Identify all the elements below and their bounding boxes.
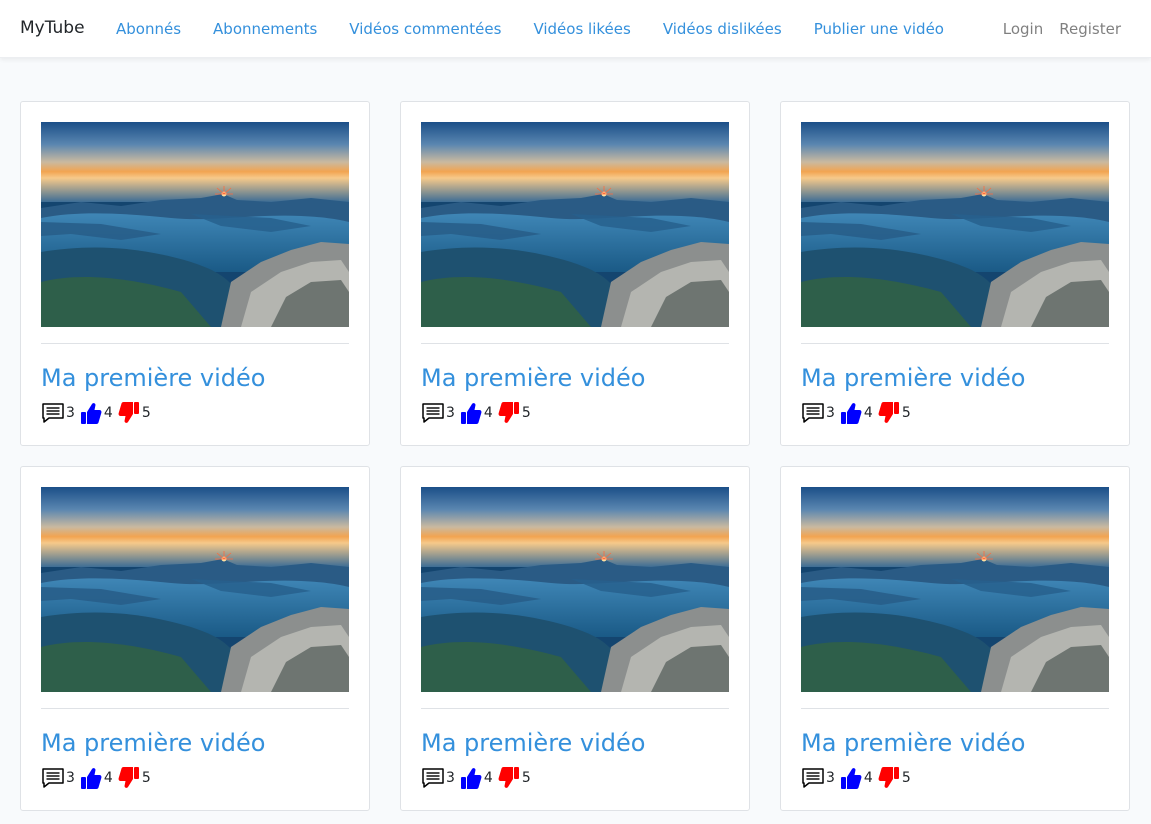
thumbs-up-icon[interactable] — [79, 765, 103, 791]
landscape-thumbnail-image — [801, 487, 1109, 692]
video-stats: 3 4 5 — [421, 400, 535, 426]
comment-count: 3 — [826, 405, 835, 421]
dislike-count: 5 — [521, 770, 531, 786]
comment-count: 3 — [826, 770, 835, 786]
card-divider — [801, 343, 1109, 344]
thumbs-down-icon[interactable] — [117, 400, 141, 426]
video-stats: 3 4 5 — [421, 765, 535, 791]
like-count: 4 — [103, 405, 113, 421]
nav-link-videos-commentees[interactable]: Vidéos commentées — [349, 20, 501, 38]
thumbs-up-icon[interactable] — [459, 765, 483, 791]
dislike-count: 5 — [521, 405, 531, 421]
register-link[interactable]: Register — [1059, 20, 1121, 38]
card-divider — [41, 343, 349, 344]
video-card: Ma première vidéo 3 4 5 — [20, 101, 370, 446]
thumbs-down-icon[interactable] — [877, 400, 901, 426]
card-divider — [421, 708, 729, 709]
dislike-count: 5 — [901, 405, 911, 421]
comment-icon[interactable] — [421, 400, 445, 426]
main-nav: Abonnés Abonnements Vidéos commentées Vi… — [116, 20, 976, 38]
video-card: Ma première vidéo 3 4 5 — [780, 466, 1130, 811]
video-title-link[interactable]: Ma première vidéo — [421, 364, 645, 392]
auth-nav: Login Register — [987, 20, 1121, 38]
thumbs-up-icon[interactable] — [839, 765, 863, 791]
landscape-thumbnail-image — [421, 122, 729, 327]
comment-icon[interactable] — [41, 400, 65, 426]
comment-count: 3 — [446, 770, 455, 786]
video-thumbnail[interactable] — [801, 487, 1109, 692]
video-title-link[interactable]: Ma première vidéo — [801, 364, 1025, 392]
like-count: 4 — [483, 770, 493, 786]
thumbs-up-icon[interactable] — [459, 400, 483, 426]
comment-count: 3 — [66, 770, 75, 786]
brand-link[interactable]: MyTube — [20, 18, 85, 38]
card-divider — [421, 343, 729, 344]
video-thumbnail[interactable] — [421, 487, 729, 692]
video-stats: 3 4 5 — [801, 765, 915, 791]
video-title-link[interactable]: Ma première vidéo — [41, 364, 265, 392]
like-count: 4 — [483, 405, 493, 421]
nav-link-abonnes[interactable]: Abonnés — [116, 20, 181, 38]
thumbs-down-icon[interactable] — [877, 765, 901, 791]
video-thumbnail[interactable] — [41, 122, 349, 327]
like-count: 4 — [863, 405, 873, 421]
landscape-thumbnail-image — [421, 487, 729, 692]
nav-link-publier-video[interactable]: Publier une vidéo — [814, 20, 944, 38]
video-stats: 3 4 5 — [41, 400, 155, 426]
video-thumbnail[interactable] — [41, 487, 349, 692]
comment-count: 3 — [446, 405, 455, 421]
video-card: Ma première vidéo 3 4 5 — [400, 101, 750, 446]
card-divider — [801, 708, 1109, 709]
nav-link-videos-dislikees[interactable]: Vidéos dislikées — [663, 20, 782, 38]
video-stats: 3 4 5 — [41, 765, 155, 791]
dislike-count: 5 — [901, 770, 911, 786]
navbar: MyTube Abonnés Abonnements Vidéos commen… — [0, 0, 1151, 58]
comment-icon[interactable] — [421, 765, 445, 791]
nav-link-videos-likees[interactable]: Vidéos likées — [533, 20, 630, 38]
like-count: 4 — [863, 770, 873, 786]
thumbs-up-icon[interactable] — [839, 400, 863, 426]
video-title-link[interactable]: Ma première vidéo — [801, 729, 1025, 757]
thumbs-down-icon[interactable] — [497, 765, 521, 791]
video-thumbnail[interactable] — [421, 122, 729, 327]
landscape-thumbnail-image — [41, 487, 349, 692]
card-divider — [41, 708, 349, 709]
dislike-count: 5 — [141, 405, 151, 421]
comment-icon[interactable] — [41, 765, 65, 791]
login-link[interactable]: Login — [1003, 20, 1043, 38]
video-thumbnail[interactable] — [801, 122, 1109, 327]
thumbs-down-icon[interactable] — [117, 765, 141, 791]
comment-icon[interactable] — [801, 400, 825, 426]
nav-link-abonnements[interactable]: Abonnements — [213, 20, 317, 38]
dislike-count: 5 — [141, 770, 151, 786]
video-card: Ma première vidéo 3 4 5 — [780, 101, 1130, 446]
video-title-link[interactable]: Ma première vidéo — [41, 729, 265, 757]
video-title-link[interactable]: Ma première vidéo — [421, 729, 645, 757]
video-stats: 3 4 5 — [801, 400, 915, 426]
comment-count: 3 — [66, 405, 75, 421]
landscape-thumbnail-image — [41, 122, 349, 327]
like-count: 4 — [103, 770, 113, 786]
thumbs-up-icon[interactable] — [79, 400, 103, 426]
thumbs-down-icon[interactable] — [497, 400, 521, 426]
comment-icon[interactable] — [801, 765, 825, 791]
video-card: Ma première vidéo 3 4 5 — [400, 466, 750, 811]
video-card: Ma première vidéo 3 4 5 — [20, 466, 370, 811]
landscape-thumbnail-image — [801, 122, 1109, 327]
